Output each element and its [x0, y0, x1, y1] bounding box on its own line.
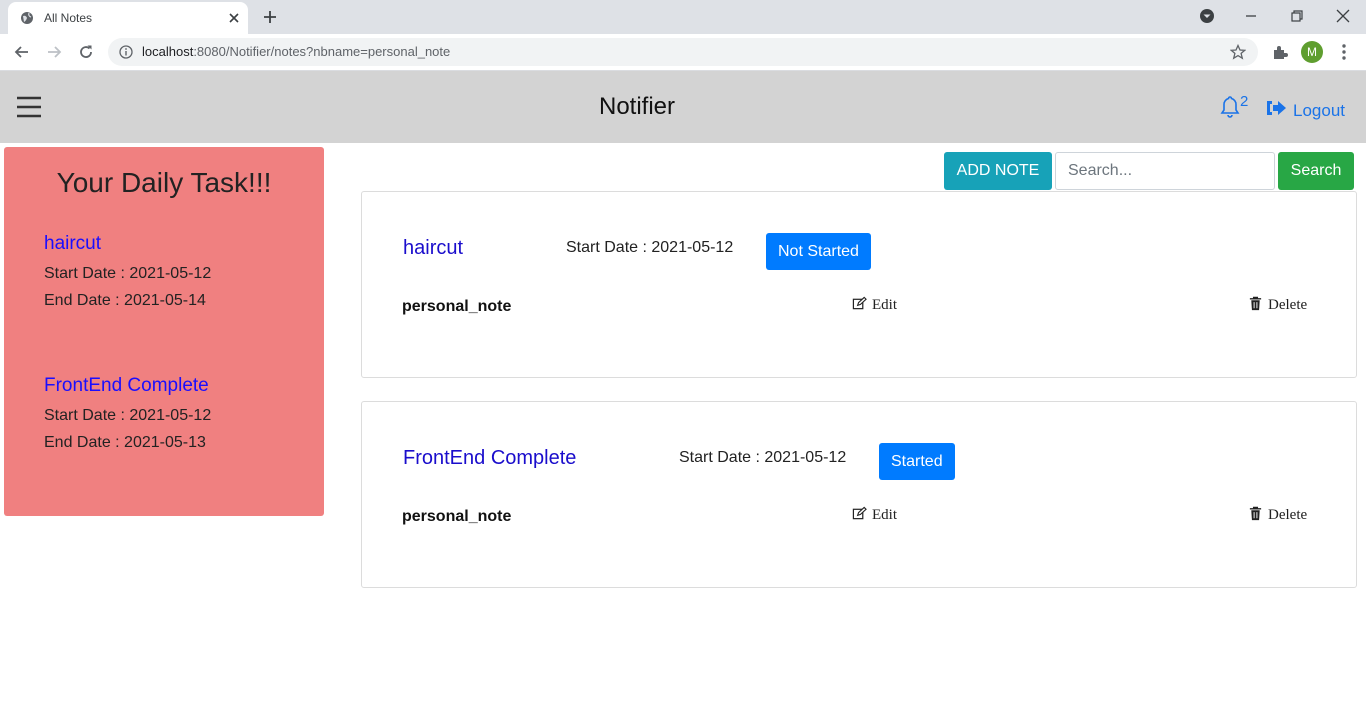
address-bar[interactable]: localhost:8080/Notifier/notes?nbname=per… — [108, 38, 1258, 66]
reload-icon[interactable] — [76, 42, 96, 62]
tab-title: All Notes — [44, 11, 93, 25]
trash-icon — [1249, 296, 1262, 311]
notification-count: 2 — [1240, 93, 1249, 110]
more-menu-icon[interactable] — [1336, 42, 1352, 62]
note-notebook: personal_note — [402, 298, 512, 315]
minimize-icon[interactable] — [1241, 6, 1261, 26]
sidebar-task-name[interactable]: FrontEnd Complete — [44, 375, 209, 397]
delete-button[interactable]: Delete — [1248, 296, 1307, 314]
sidebar-task-start-date: Start Date : 2021-05-12 — [44, 407, 212, 424]
browser-tab-bar: All Notes — [0, 0, 1366, 34]
tab-search-icon[interactable] — [1197, 6, 1217, 26]
delete-button[interactable]: Delete — [1248, 506, 1307, 524]
note-start-date: Start Date : 2021-05-12 — [679, 449, 847, 466]
bookmark-star-icon[interactable] — [1230, 44, 1246, 60]
globe-icon — [21, 12, 33, 24]
sidebar-title: Your Daily Task!!! — [56, 167, 272, 198]
edit-icon — [852, 296, 867, 310]
logout-link[interactable]: Logout — [1293, 101, 1345, 121]
url-host: localhost — [142, 44, 194, 59]
note-start-date: Start Date : 2021-05-12 — [566, 239, 734, 256]
browser-tab[interactable]: All Notes — [8, 2, 248, 34]
sidebar-task-name[interactable]: haircut — [44, 233, 101, 255]
edit-label: Edit — [872, 507, 897, 523]
delete-label: Delete — [1268, 297, 1308, 313]
info-icon[interactable] — [119, 45, 133, 59]
close-window-icon[interactable] — [1333, 6, 1353, 26]
add-note-button[interactable]: ADD NOTE — [944, 152, 1052, 190]
edit-button[interactable]: Edit — [852, 296, 897, 314]
restore-icon[interactable] — [1287, 6, 1307, 26]
close-tab-icon[interactable] — [226, 10, 242, 26]
edit-icon — [852, 506, 867, 520]
browser-toolbar: localhost:8080/Notifier/notes?nbname=per… — [0, 34, 1366, 71]
note-card: haircut Start Date : 2021-05-12 Not Star… — [361, 191, 1357, 378]
note-title[interactable]: haircut — [403, 237, 463, 260]
status-button[interactable]: Started — [879, 443, 955, 480]
bell-icon[interactable] — [1220, 95, 1240, 119]
search-button[interactable]: Search — [1278, 152, 1354, 190]
url-text: localhost:8080/Notifier/notes?nbname=per… — [142, 44, 450, 59]
forward-icon[interactable] — [44, 42, 64, 62]
note-card: FrontEnd Complete Start Date : 2021-05-1… — [361, 401, 1357, 588]
sidebar-task-end-date: End Date : 2021-05-14 — [44, 292, 206, 309]
sidebar-task-start-date: Start Date : 2021-05-12 — [44, 265, 212, 282]
logout-icon[interactable] — [1265, 98, 1287, 118]
trash-icon — [1249, 506, 1262, 521]
new-tab-icon[interactable] — [260, 7, 280, 27]
back-icon[interactable] — [12, 42, 32, 62]
extensions-icon[interactable] — [1271, 43, 1289, 61]
url-path: :8080/Notifier/notes?nbname=personal_not… — [193, 44, 451, 59]
app-title: Notifier — [598, 93, 676, 120]
sidebar-task-end-date: End Date : 2021-05-13 — [44, 434, 206, 451]
delete-label: Delete — [1268, 507, 1308, 523]
search-input[interactable] — [1055, 152, 1275, 190]
status-button[interactable]: Not Started — [766, 233, 871, 270]
edit-button[interactable]: Edit — [852, 506, 897, 524]
note-notebook: personal_note — [402, 508, 512, 525]
avatar[interactable]: M — [1301, 41, 1323, 63]
daily-task-sidebar: Your Daily Task!!! haircut Start Date : … — [4, 147, 324, 516]
edit-label: Edit — [872, 297, 897, 313]
note-title[interactable]: FrontEnd Complete — [403, 447, 576, 470]
app-navbar: Notifier 2 Logout — [0, 71, 1366, 143]
